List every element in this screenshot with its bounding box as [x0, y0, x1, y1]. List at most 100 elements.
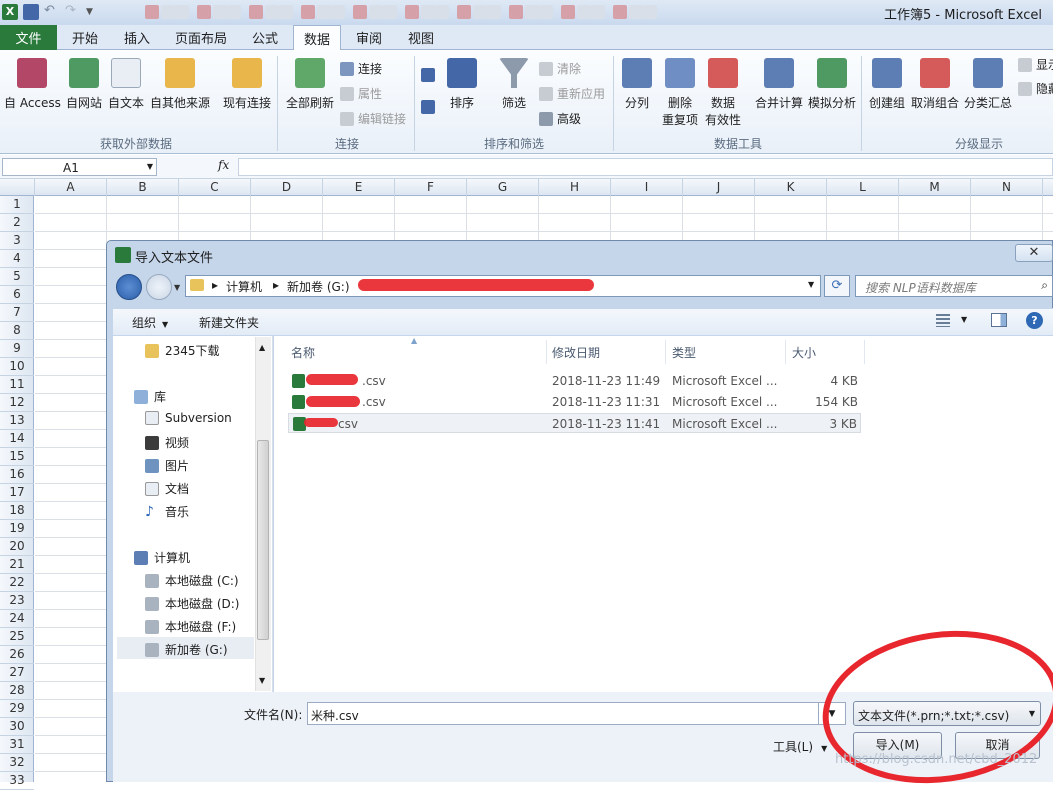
nav-item-documents[interactable]: 文档: [145, 480, 189, 497]
scroll-up-arrow-icon[interactable]: ▲: [259, 343, 265, 352]
row-header[interactable]: 19: [0, 520, 34, 538]
show-detail-button[interactable]: 显示: [1018, 56, 1053, 73]
what-if-analysis-button[interactable]: 模拟分析: [808, 58, 856, 111]
tab-page-layout[interactable]: 页面布局: [170, 25, 232, 50]
consolidate-button[interactable]: 合并计算: [755, 58, 803, 111]
row-header[interactable]: 18: [0, 502, 34, 520]
column-header[interactable]: E: [323, 179, 395, 196]
row-header[interactable]: 8: [0, 322, 34, 340]
name-box[interactable]: A1 ▼: [2, 158, 157, 176]
edit-links-button[interactable]: 编辑链接: [340, 110, 406, 127]
row-header[interactable]: 14: [0, 430, 34, 448]
row-header[interactable]: 13: [0, 412, 34, 430]
sort-button[interactable]: 排序: [447, 58, 477, 111]
tools-button[interactable]: 工具(L) ▼: [773, 738, 827, 755]
advanced-filter-button[interactable]: 高级: [539, 110, 581, 127]
row-header[interactable]: 21: [0, 556, 34, 574]
column-header[interactable]: I: [611, 179, 683, 196]
nav-item-music[interactable]: ♪ 音乐: [145, 503, 189, 520]
column-header[interactable]: G: [467, 179, 539, 196]
chevron-down-icon[interactable]: ▼: [147, 162, 153, 171]
nav-item-drive-f[interactable]: 本地磁盘 (F:): [145, 618, 236, 635]
tab-insert[interactable]: 插入: [115, 25, 159, 50]
search-input[interactable]: 搜索 NLP语料数据库 ⌕: [855, 275, 1053, 297]
tab-file[interactable]: 文件: [0, 25, 57, 50]
row-header[interactable]: 30: [0, 718, 34, 736]
column-name[interactable]: 名称: [291, 344, 315, 361]
column-header[interactable]: D: [251, 179, 323, 196]
from-other-sources-button[interactable]: 自其他来源: [150, 58, 210, 111]
row-header[interactable]: 5: [0, 268, 34, 286]
file-row[interactable]: .csv 2018-11-23 11:31 Microsoft Excel ..…: [288, 392, 861, 412]
row-header[interactable]: 15: [0, 448, 34, 466]
view-options-icon[interactable]: [936, 314, 950, 327]
organize-button[interactable]: 组织 ▼: [132, 314, 168, 331]
connections-button[interactable]: 连接: [340, 60, 382, 77]
ungroup-button[interactable]: 取消组合: [911, 58, 959, 111]
close-button[interactable]: ✕: [1015, 244, 1053, 262]
tab-review[interactable]: 审阅: [349, 25, 389, 50]
row-header[interactable]: 22: [0, 574, 34, 592]
save-icon[interactable]: [23, 4, 39, 20]
redo-icon[interactable]: ↷: [65, 4, 81, 20]
sort-descending-button[interactable]: [421, 100, 435, 114]
column-type[interactable]: 类型: [672, 344, 696, 361]
data-validation-button[interactable]: 数据 有效性: [705, 58, 741, 128]
column-header[interactable]: M: [899, 179, 971, 196]
text-to-columns-button[interactable]: 分列: [622, 58, 652, 111]
row-header[interactable]: 29: [0, 700, 34, 718]
remove-duplicates-button[interactable]: 删除 重复项: [662, 58, 698, 128]
view-options-chevron-icon[interactable]: ▼: [961, 315, 967, 324]
row-header[interactable]: 11: [0, 376, 34, 394]
filename-input[interactable]: 米种.csv: [307, 702, 819, 725]
tab-home[interactable]: 开始: [63, 25, 107, 50]
row-header[interactable]: 9: [0, 340, 34, 358]
row-header[interactable]: 7: [0, 304, 34, 322]
column-header[interactable]: J: [683, 179, 755, 196]
row-header[interactable]: 23: [0, 592, 34, 610]
formula-input[interactable]: [238, 158, 1053, 176]
select-all-corner[interactable]: [0, 179, 35, 196]
row-header[interactable]: 27: [0, 664, 34, 682]
nav-scrollbar-thumb[interactable]: [257, 440, 269, 640]
forward-arrow-icon[interactable]: [146, 274, 172, 300]
column-divider[interactable]: [546, 340, 547, 364]
row-header[interactable]: 3: [0, 232, 34, 250]
new-folder-button[interactable]: 新建文件夹: [199, 314, 259, 331]
row-header[interactable]: 20: [0, 538, 34, 556]
sort-ascending-button[interactable]: [421, 68, 435, 82]
column-header[interactable]: C: [179, 179, 251, 196]
row-header[interactable]: 12: [0, 394, 34, 412]
filter-button[interactable]: 筛选: [499, 58, 529, 111]
nav-item-pictures[interactable]: 图片: [145, 457, 189, 474]
nav-item-drive-d[interactable]: 本地磁盘 (D:): [145, 595, 239, 612]
preview-pane-icon[interactable]: [991, 313, 1007, 327]
column-date-modified[interactable]: 修改日期: [552, 344, 600, 361]
row-header[interactable]: 6: [0, 286, 34, 304]
nav-item-subversion[interactable]: Subversion: [145, 411, 232, 425]
row-header[interactable]: 33: [0, 772, 34, 790]
from-web-button[interactable]: 自网站: [66, 58, 102, 111]
tab-view[interactable]: 视图: [400, 25, 442, 50]
column-header[interactable]: H: [539, 179, 611, 196]
row-header[interactable]: 26: [0, 646, 34, 664]
column-header[interactable]: F: [395, 179, 467, 196]
nav-item-drive-c[interactable]: 本地磁盘 (C:): [145, 572, 239, 589]
row-header[interactable]: 28: [0, 682, 34, 700]
customize-qat-icon[interactable]: ▼: [86, 4, 102, 20]
from-access-button[interactable]: 自 Access: [4, 58, 61, 111]
column-header[interactable]: B: [107, 179, 179, 196]
address-dropdown-icon[interactable]: ▼: [808, 280, 814, 289]
existing-connections-button[interactable]: 现有连接: [223, 58, 271, 111]
help-icon[interactable]: ?: [1026, 312, 1043, 329]
column-divider[interactable]: [665, 340, 666, 364]
row-header[interactable]: 2: [0, 214, 34, 232]
tab-data[interactable]: 数据: [293, 25, 341, 51]
tab-formulas[interactable]: 公式: [244, 25, 286, 50]
subtotal-button[interactable]: 分类汇总: [964, 58, 1012, 111]
file-row[interactable]: .csv 2018-11-23 11:49 Microsoft Excel ..…: [288, 371, 861, 391]
column-divider[interactable]: [864, 340, 865, 364]
row-header[interactable]: 32: [0, 754, 34, 772]
scroll-down-arrow-icon[interactable]: ▼: [259, 676, 265, 685]
refresh-icon[interactable]: ⟳: [824, 275, 850, 297]
